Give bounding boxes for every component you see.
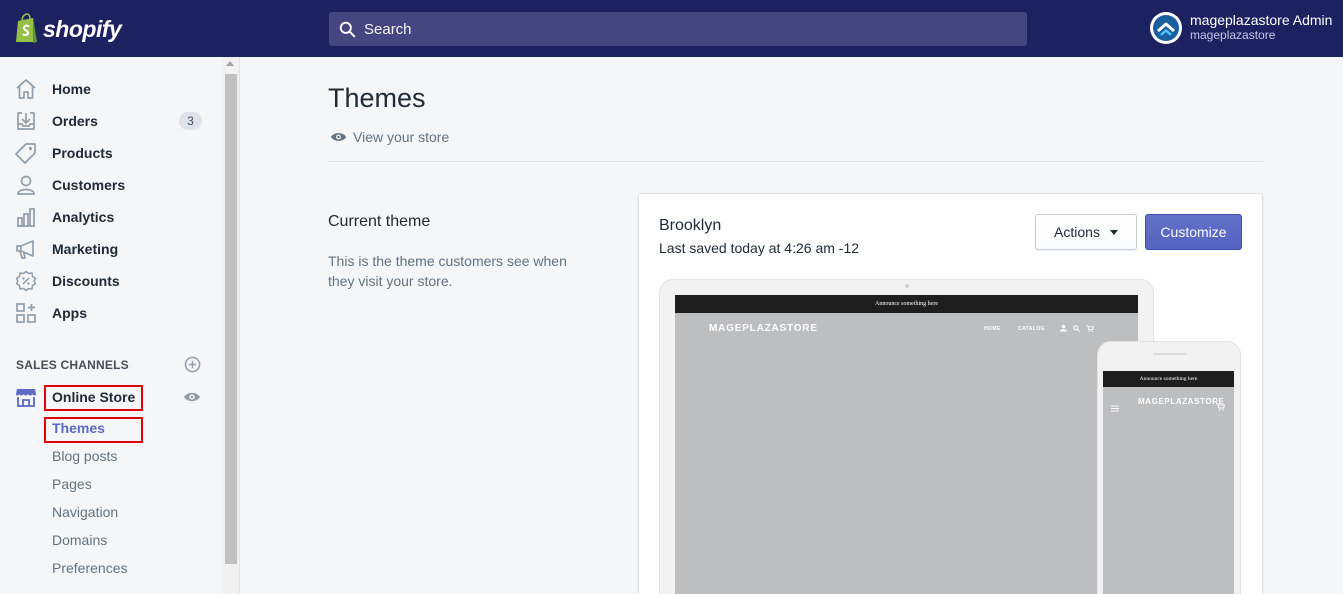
theme-name: Brooklyn [659,217,722,234]
actions-label: Actions [1054,224,1100,240]
shopify-logo[interactable]: shopify [14,13,122,45]
add-sales-channel-icon[interactable] [184,356,201,378]
sidebar-item-label: Orders [52,113,98,129]
home-icon [15,78,37,100]
desktop-announcement-bar: Announce something here [675,295,1138,313]
search-icon [339,21,356,37]
sidebar-item-label: Marketing [52,241,119,257]
view-store-label: View your store [353,129,450,145]
caret-down-icon [1109,229,1118,235]
sidebar-subitem-preferences[interactable]: Preferences [52,560,127,576]
customize-button[interactable]: Customize [1145,214,1242,250]
sidebar-item-customers[interactable]: Customers [0,169,222,201]
scroll-up-arrow-icon[interactable] [226,61,234,66]
current-theme-description: This is the theme customers see when the… [328,253,567,289]
actions-dropdown-button[interactable]: Actions [1035,214,1137,250]
sidebar-item-label: Products [52,145,113,161]
header-divider [328,161,1263,162]
account-icon [1060,324,1067,332]
megaphone-icon [15,238,37,260]
sidebar-subitem-pages[interactable]: Pages [52,476,92,492]
bar-chart-icon [15,206,37,228]
sidebar-item-label: Home [52,81,91,97]
mobile-announcement-bar: Announce something here [1103,371,1234,387]
desktop-nav-catalog: CATALOG [1018,326,1045,332]
sidebar-item-label: Apps [52,305,87,321]
highlight-box-themes [44,417,143,443]
search-bar[interactable] [329,12,1027,46]
desktop-nav-home: HOME [984,326,1001,332]
apps-icon [15,302,37,324]
sidebar-subitem-domains[interactable]: Domains [52,532,107,548]
sidebar-item-label: Customers [52,177,126,193]
discount-icon [15,270,37,292]
laptop-camera-dot [905,284,909,288]
sales-channels-heading: SALES CHANNELS [16,358,129,372]
tag-icon [15,142,37,164]
highlight-box-online-store [44,385,143,411]
eye-icon [330,133,347,141]
customize-label: Customize [1160,224,1227,240]
orders-icon [15,110,37,132]
view-your-store-link[interactable]: View your store [330,129,449,145]
shopify-bag-icon [16,13,37,43]
sidebar-item-orders[interactable]: Orders 3 [0,105,222,137]
sidebar-item-analytics[interactable]: Analytics [0,201,222,233]
page-title: Themes [328,83,426,113]
desktop-store-name: MAGEPLAZASTORE [709,323,818,334]
sidebar-subitem-blog-posts[interactable]: Blog posts [52,448,117,464]
account-name: mageplazastore Admin [1190,12,1333,28]
mobile-store-name: MAGEPLAZASTORE [1138,397,1225,406]
sidebar-item-apps[interactable]: Apps [0,297,222,329]
top-bar: shopify mageplazastore Admin mageplazast… [0,0,1343,57]
account-store: mageplazastore [1190,28,1276,42]
avatar[interactable] [1150,12,1182,44]
sidebar-scrollbar-thumb[interactable] [225,74,237,564]
sidebar-item-label: Analytics [52,209,115,225]
search-input[interactable] [364,20,964,38]
desktop-header-icons [1060,324,1094,332]
sidebar-subitem-navigation[interactable]: Navigation [52,504,118,520]
account-menu[interactable]: mageplazastore Admin mageplazastore [1150,12,1332,44]
preview-search-icon [1073,324,1080,332]
sidebar-item-label: Discounts [52,273,120,289]
desktop-preview-screen [675,295,1138,594]
sidebar-item-discounts[interactable]: Discounts [0,265,222,297]
store-icon [15,386,37,408]
current-theme-heading: Current theme [328,213,431,230]
orders-count-badge: 3 [179,112,202,130]
person-icon [15,174,37,196]
store-avatar-icon [1153,15,1179,41]
sidebar-item-home[interactable]: Home [0,73,222,105]
sidebar-item-products[interactable]: Products [0,137,222,169]
mobile-cart-icon [1216,398,1226,416]
theme-last-saved: Last saved today at 4:26 am -12 [659,240,860,256]
view-online-store-eye-icon[interactable] [183,390,201,409]
sidebar: Home Orders 3 Products Customers Analyti… [0,57,240,594]
brand-name: shopify [43,15,122,42]
cart-icon [1086,324,1094,332]
phone-speaker [1153,353,1187,355]
sidebar-item-marketing[interactable]: Marketing [0,233,222,265]
hamburger-menu-icon [1111,399,1119,417]
